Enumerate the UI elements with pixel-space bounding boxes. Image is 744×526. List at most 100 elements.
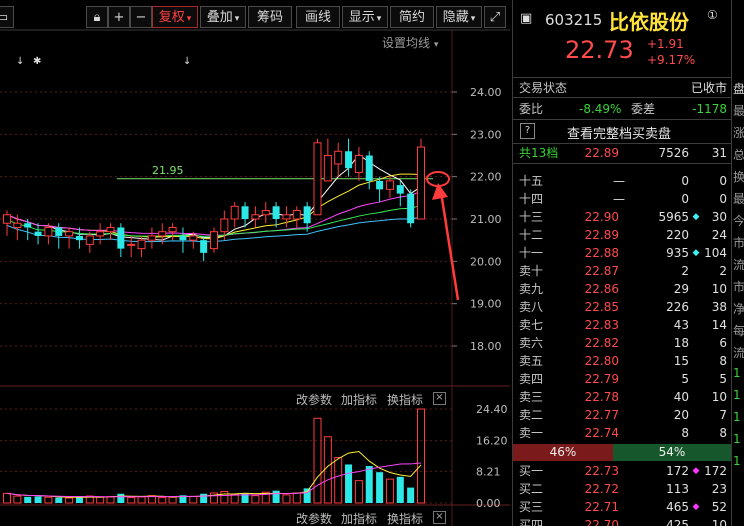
- ask-count: 8: [719, 426, 727, 440]
- candle-body-down: [303, 206, 311, 224]
- vol-edit-params-button[interactable]: 改参数: [296, 391, 332, 408]
- fq-button[interactable]: 复权 ▾: [152, 6, 198, 28]
- candle-body-down: [396, 185, 404, 194]
- volume-tick-label: 0.00: [476, 497, 501, 510]
- volume-bar-down: [365, 466, 373, 503]
- ask-row[interactable]: 十三 22.90 5965 30 ◆: [513, 208, 731, 226]
- ask-row[interactable]: 十一 22.88 935 104 ◆: [513, 244, 731, 262]
- ask-row[interactable]: 卖九 22.86 29 10: [513, 280, 731, 298]
- side-strip-char: 净: [733, 302, 744, 316]
- ask-row[interactable]: 卖十 22.87 2 2: [513, 262, 731, 280]
- bid-row[interactable]: 买一 22.73 172 172 ◆: [513, 462, 731, 480]
- side-strip-char: 市: [733, 236, 744, 250]
- sell-ratio: 46%: [513, 444, 613, 461]
- minus-icon[interactable]: −: [130, 6, 152, 28]
- ask-count: 0: [719, 174, 727, 188]
- ask-count: 7: [719, 408, 727, 422]
- candle-body-up: [230, 205, 239, 220]
- ask-row[interactable]: 卖六 22.82 18 6: [513, 334, 731, 352]
- hide-button[interactable]: 隐藏 ▾: [436, 6, 482, 28]
- ask-empty-price: —: [613, 192, 625, 206]
- info-icon[interactable]: ①: [707, 8, 718, 22]
- chevron-down-icon: ▾: [234, 14, 240, 24]
- close-icon[interactable]: ×: [433, 511, 446, 524]
- candle-body-up: [313, 142, 322, 216]
- bottom-add-indicator-button[interactable]: 加指标: [341, 510, 377, 526]
- side-strip-char: 1: [733, 454, 741, 468]
- vol-switch-indicator-button[interactable]: 换指标: [387, 391, 423, 408]
- ask-level-name: 卖三: [519, 390, 544, 404]
- chevron-down-icon: ▾: [376, 14, 382, 24]
- ask-row[interactable]: 卖一 22.74 8 8: [513, 424, 731, 442]
- ask-count: 10: [711, 282, 727, 296]
- ask-price: 22.78: [584, 390, 619, 404]
- display-button[interactable]: 显示 ▾: [342, 6, 388, 28]
- ask-volume: 0: [681, 192, 689, 206]
- fq-label: 复权: [158, 10, 185, 25]
- bid-volume: 113: [666, 482, 689, 496]
- full-book-button[interactable]: ? 查看完整档买卖盘: [513, 121, 731, 142]
- ask-price: 22.89: [584, 228, 619, 242]
- candle-body-up: [189, 235, 198, 241]
- trade-status-label: 交易状态: [519, 81, 568, 95]
- plus-icon[interactable]: +: [108, 6, 130, 28]
- candle-body-up: [44, 226, 53, 237]
- ask-level-name: 卖二: [519, 408, 544, 422]
- candle-body-down: [345, 151, 353, 169]
- bid-row[interactable]: 买三 22.71 465 52 ◆: [513, 498, 731, 516]
- ma-setting-button[interactable]: 设置均线 ▾: [382, 34, 438, 51]
- ask-count: 6: [719, 336, 727, 350]
- volume-bar-up: [189, 495, 198, 504]
- volume-bar-down: [345, 464, 353, 503]
- bottom-switch-indicator-button[interactable]: 换指标: [387, 510, 423, 526]
- ask-count: 10: [711, 390, 727, 404]
- close-icon[interactable]: ×: [433, 392, 446, 405]
- volume-bar-up: [354, 480, 363, 504]
- diamond-icon: ◆: [692, 466, 700, 476]
- window-icon[interactable]: ▭: [0, 6, 14, 28]
- ask-price: 22.85: [584, 300, 619, 314]
- ask-count: 24: [711, 228, 727, 242]
- kline-chart-area: 24.00 23.00 22.00 21.00 20.00 19.00 18.00 24.40…: [0, 0, 510, 526]
- side-strip-char: 1: [733, 366, 741, 380]
- candle-body-up: [251, 214, 260, 220]
- total-count: 31: [711, 146, 727, 160]
- ask-row[interactable]: 十二 22.89 220 24: [513, 226, 731, 244]
- ask-price: 22.79: [584, 372, 619, 386]
- annotation-arrow: [439, 191, 460, 301]
- ask-price: 22.90: [584, 210, 619, 224]
- event-marker: ✱: [33, 56, 41, 67]
- bid-row[interactable]: 买二 22.72 113 23: [513, 480, 731, 498]
- help-icon[interactable]: ?: [520, 123, 535, 139]
- ask-row[interactable]: 十四 0 0 —: [513, 190, 731, 208]
- bid-row[interactable]: 买四 22.70 425 10: [513, 516, 731, 526]
- bid-level-name: 买一: [519, 464, 544, 478]
- ask-row[interactable]: 十五 0 0 —: [513, 172, 731, 190]
- ask-price: 22.80: [584, 354, 619, 368]
- bid-volume: 465: [666, 500, 689, 514]
- ask-row[interactable]: 卖八 22.85 226 38: [513, 298, 731, 316]
- ask-price: 22.87: [584, 264, 619, 278]
- ask-row[interactable]: 卖四 22.79 5 5: [513, 370, 731, 388]
- weicha-value: -1178: [692, 102, 727, 116]
- overlay-button[interactable]: 叠加 ▾: [200, 6, 246, 28]
- ask-row[interactable]: 卖三 22.78 40 10: [513, 388, 731, 406]
- price-tick-label: 19.00: [470, 298, 502, 311]
- expand-icon[interactable]: ⤢: [484, 6, 506, 28]
- vol-add-indicator-button[interactable]: 加指标: [341, 391, 377, 408]
- ask-row[interactable]: 卖五 22.80 15 8: [513, 352, 731, 370]
- volume-bar-up: [127, 497, 136, 504]
- volume-bar-up: [251, 495, 260, 504]
- chips-button[interactable]: 筹码: [248, 6, 292, 28]
- draw-button[interactable]: 画线: [296, 6, 340, 28]
- ask-level-name: 卖五: [519, 354, 544, 368]
- bid-price: 22.70: [584, 518, 619, 526]
- candle-body-up: [292, 210, 301, 220]
- ask-row[interactable]: 卖七 22.83 43 14: [513, 316, 731, 334]
- lock-icon[interactable]: 🔒︎: [86, 6, 108, 28]
- ask-price: 22.82: [584, 336, 619, 350]
- simple-button[interactable]: 简约: [390, 6, 434, 28]
- ask-row[interactable]: 卖二 22.77 20 7: [513, 406, 731, 424]
- window-menu-icon[interactable]: ▣: [520, 11, 532, 26]
- bottom-edit-params-button[interactable]: 改参数: [296, 510, 332, 526]
